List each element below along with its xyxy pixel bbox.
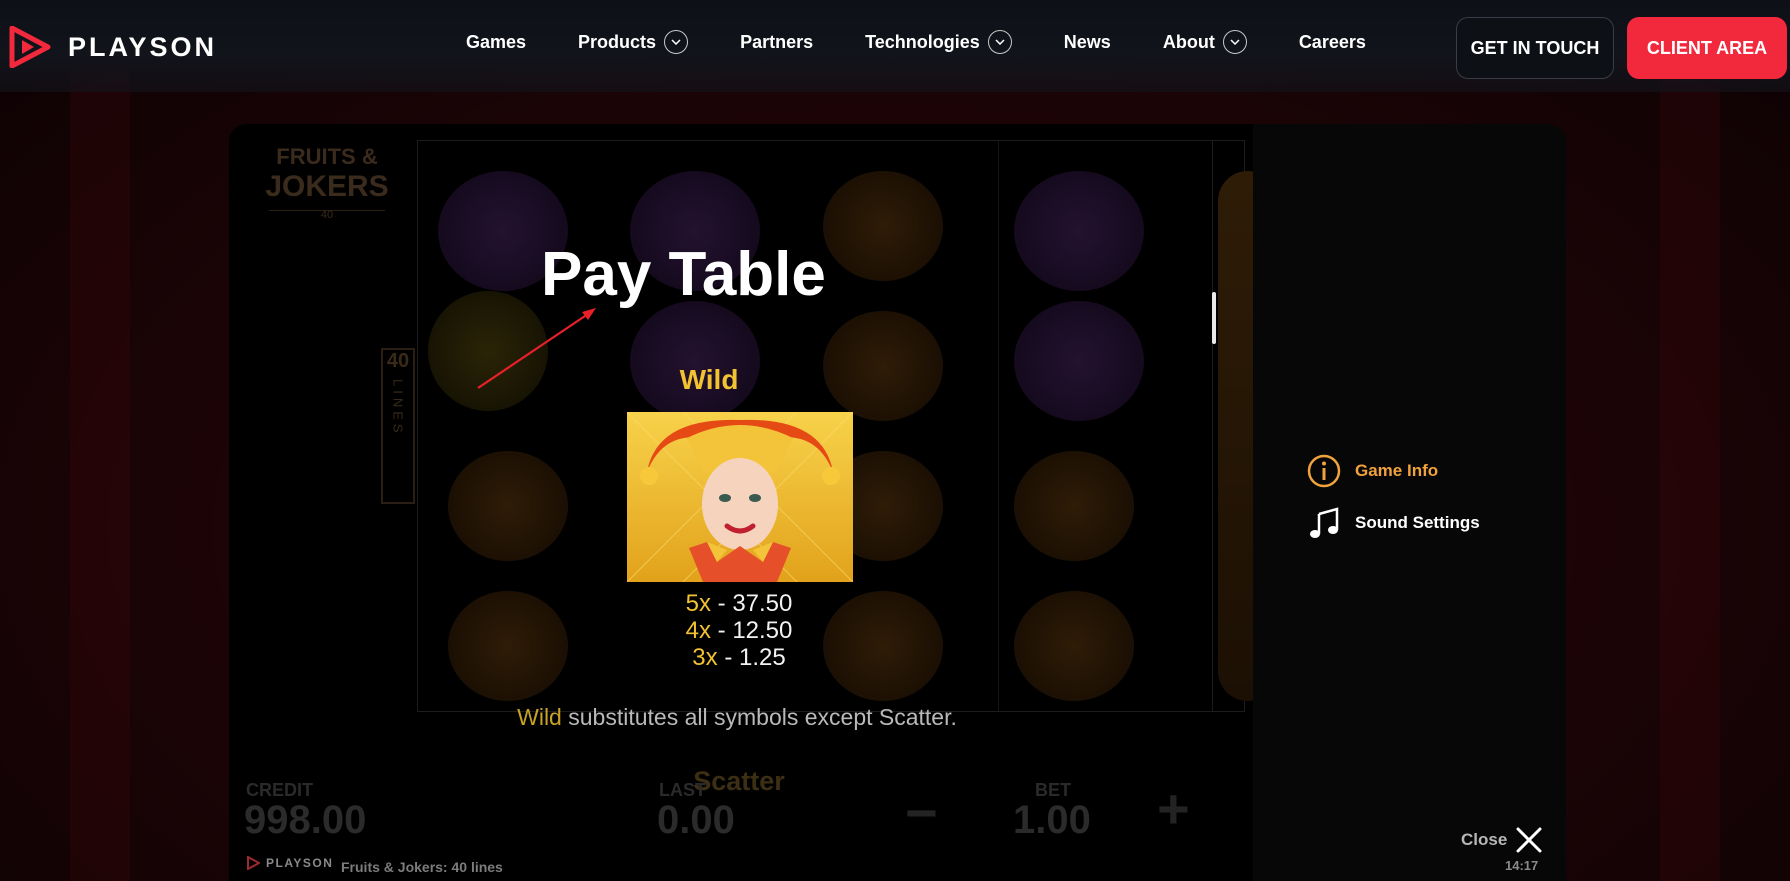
last-win-value: 0.00	[657, 798, 735, 842]
lines-count: 40	[386, 350, 410, 372]
nav-technologies[interactable]: Technologies	[865, 30, 1012, 54]
pay-table-title: Pay Table	[541, 240, 826, 309]
nav-about[interactable]: About	[1163, 30, 1247, 54]
client-area-button[interactable]: CLIENT AREA	[1627, 17, 1787, 79]
chevron-down-icon[interactable]	[1222, 30, 1247, 54]
orange-symbol	[448, 451, 568, 561]
reel-divider	[1212, 141, 1213, 711]
grapes-symbol	[630, 301, 760, 421]
paytable-scrollbar[interactable]	[1212, 292, 1216, 344]
game-canvas[interactable]: FRUITS & JOKERS 40 40 LINES Pay Table Wi…	[229, 124, 1253, 881]
grapes-symbol	[1014, 171, 1144, 291]
paytable-values: 5x - 37.50 4x - 12.50 3x - 1.25	[609, 590, 869, 671]
footer-playson-logo: PLAYSON	[246, 856, 333, 870]
game-frame: FRUITS & JOKERS 40 40 LINES Pay Table Wi…	[229, 124, 1566, 881]
desc-rest: substitutes all symbols except Scatter.	[561, 704, 957, 730]
footer-game-name: Fruits & Jokers: 40 lines	[341, 859, 503, 875]
nav-games[interactable]: Games	[466, 32, 526, 53]
site-header: PLAYSON Games Products Partners Technolo…	[0, 0, 1790, 92]
orange-symbol	[1014, 451, 1134, 561]
bet-increase-button[interactable]: +	[1157, 776, 1190, 841]
pay-separator: -	[710, 617, 733, 644]
nav-label: Partners	[740, 31, 814, 52]
nav-partners[interactable]: Partners	[740, 32, 813, 53]
chevron-down-icon[interactable]	[664, 30, 689, 54]
main-nav: Games Products Partners Technologies New…	[466, 30, 1418, 54]
info-icon	[1307, 454, 1341, 488]
get-in-touch-button[interactable]: GET IN TOUCH	[1456, 17, 1614, 79]
orange-symbol	[823, 171, 943, 281]
nav-label: News	[1063, 31, 1111, 52]
red-arrow-annotation	[477, 308, 596, 389]
game-logo-sub: 40	[269, 209, 385, 223]
pay-value: 37.50	[732, 590, 793, 617]
orange-symbol	[1014, 591, 1134, 701]
lines-word: LINES	[390, 379, 406, 437]
pay-multiplier: 3x	[692, 644, 718, 671]
playson-mark-icon	[9, 26, 51, 68]
menu-game-info-label: Game Info	[1355, 461, 1439, 480]
pay-multiplier: 4x	[685, 617, 711, 644]
footer-brand: PLAYSON	[266, 856, 334, 870]
nav-label: Careers	[1298, 31, 1366, 52]
credit-value: 998.00	[244, 798, 367, 842]
symbol-name: Wild	[679, 364, 739, 395]
desc-highlight: Wild	[517, 704, 562, 730]
nav-label: Technologies	[865, 31, 980, 52]
clock: 14:17	[1505, 858, 1539, 873]
nav-careers[interactable]: Careers	[1299, 32, 1366, 53]
music-note-icon	[1310, 507, 1339, 538]
grapes-symbol	[1014, 301, 1144, 421]
joker-face-icon	[627, 412, 853, 582]
orange-symbol	[448, 591, 568, 701]
wild-joker-symbol-image	[627, 412, 853, 582]
nav-label: About	[1162, 31, 1215, 52]
brand-name: PLAYSON	[68, 31, 218, 62]
bet-value: 1.00	[1013, 798, 1091, 842]
pay-row: 4x - 12.50	[609, 617, 869, 644]
menu-sound-settings-label: Sound Settings	[1355, 513, 1480, 532]
bet-decrease-button[interactable]: −	[905, 780, 938, 845]
nav-label: Products	[578, 31, 657, 52]
menu-sound-settings[interactable]: Sound Settings	[1307, 506, 1480, 540]
game-logo: FRUITS & JOKERS	[257, 142, 397, 202]
pay-value: 12.50	[732, 617, 793, 644]
close-button[interactable]: Close	[1461, 826, 1543, 854]
game-logo-line-2: JOKERS	[265, 170, 389, 203]
game-logo-line-1: FRUITS &	[276, 144, 378, 169]
playson-mark-icon	[247, 856, 260, 870]
orange-symbol	[823, 311, 943, 421]
close-icon	[1516, 827, 1542, 853]
pay-separator: -	[717, 644, 739, 671]
nav-label: Games	[466, 31, 527, 52]
menu-game-info[interactable]: Game Info	[1307, 454, 1438, 488]
pay-separator: -	[710, 590, 733, 617]
close-label: Close	[1461, 830, 1508, 849]
nav-products[interactable]: Products	[578, 30, 689, 54]
pay-multiplier: 5x	[685, 590, 711, 617]
orange-symbol	[1218, 171, 1253, 701]
playson-logo[interactable]: PLAYSON	[8, 26, 217, 68]
reel-divider	[998, 141, 999, 711]
pay-row: 3x - 1.25	[609, 644, 869, 671]
pay-row: 5x - 37.50	[609, 590, 869, 617]
lines-indicator: 40 LINES	[381, 348, 415, 504]
symbol-description: Wild substitutes all symbols except Scat…	[507, 704, 967, 731]
pay-value: 1.25	[738, 644, 786, 671]
game-logo-sub-label: 40	[320, 209, 334, 221]
nav-news[interactable]: News	[1064, 32, 1111, 53]
chevron-down-icon[interactable]	[987, 30, 1012, 54]
